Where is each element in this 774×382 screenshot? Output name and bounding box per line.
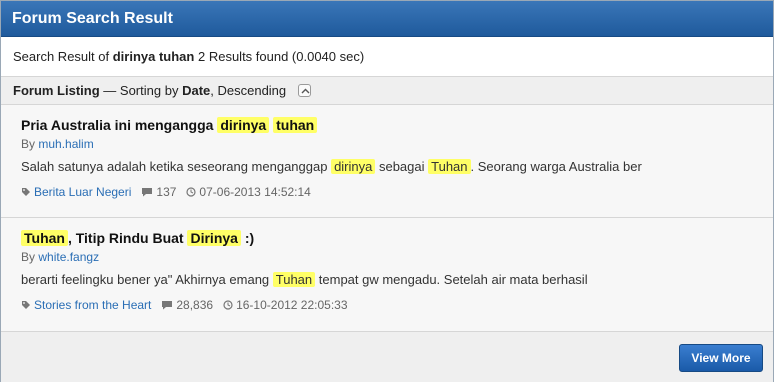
- view-more-button[interactable]: View More: [679, 344, 763, 372]
- snippet-highlight: Tuhan: [272, 272, 316, 287]
- category-link[interactable]: Berita Luar Negeri: [34, 184, 131, 200]
- sort-prefix: — Sorting by: [103, 83, 179, 98]
- date-meta: 16-10-2012 22:05:33: [223, 297, 348, 313]
- comment-icon: [142, 188, 153, 197]
- by-label: By: [21, 250, 36, 264]
- title-highlight: Dirinya: [187, 230, 241, 246]
- title-text: , Titip Rindu Buat: [67, 230, 188, 246]
- chevron-up-icon: [301, 88, 310, 94]
- title-highlight: tuhan: [273, 117, 318, 133]
- result-meta: Stories from the Heart 28,836 16-10-2012…: [21, 297, 753, 313]
- snippet-text: Salah satunya adalah ketika seseorang me…: [21, 159, 332, 174]
- sort-order[interactable]: , Descending: [210, 83, 286, 98]
- result-item: Pria Australia ini mengangga dirinya tuh…: [1, 105, 773, 218]
- sort-field[interactable]: Date: [182, 83, 210, 98]
- result-snippet: berarti feelingku bener ya" Akhirnya ema…: [21, 269, 753, 291]
- snippet-text: . Seorang warga Australia ber: [470, 159, 642, 174]
- result-meta: Berita Luar Negeri 137 07-06-2013 14:52:…: [21, 184, 753, 200]
- snippet-highlight: dirinya: [331, 159, 376, 174]
- forum-search-panel: Forum Search Result Search Result of dir…: [0, 0, 774, 382]
- summary-prefix: Search Result of: [13, 49, 110, 64]
- result-title[interactable]: Pria Australia ini mengangga dirinya tuh…: [21, 114, 753, 136]
- result-author-line: By muh.halim: [21, 136, 753, 152]
- tag-icon: [22, 188, 30, 196]
- tag-icon: [22, 301, 30, 309]
- by-label: By: [21, 137, 36, 151]
- author-link[interactable]: white.fangz: [38, 250, 99, 264]
- category-link[interactable]: Stories from the Heart: [34, 297, 151, 313]
- collapse-button[interactable]: [297, 84, 311, 98]
- forum-listing-header: Forum Listing — Sorting by Date, Descend…: [1, 77, 773, 105]
- category-meta: Berita Luar Negeri: [21, 184, 131, 200]
- replies-meta: 137: [141, 184, 176, 200]
- snippet-text: sebagai: [375, 159, 429, 174]
- results-count: 2 Results found (0.0040 sec): [197, 49, 365, 64]
- snippet-text: tempat gw mengadu. Setelah air mata berh…: [315, 272, 588, 287]
- snippet-highlight: Tuhan: [428, 159, 471, 174]
- title-highlight: dirinya: [217, 117, 270, 133]
- search-summary: Search Result of dirinya tuhan 2 Results…: [1, 37, 773, 77]
- date-meta: 07-06-2013 14:52:14: [186, 184, 311, 200]
- search-query: dirinya tuhan: [112, 49, 195, 64]
- title-text: :): [240, 230, 255, 246]
- replies-count: 137: [156, 185, 177, 199]
- post-date: 07-06-2013 14:52:14: [199, 185, 311, 199]
- panel-title: Forum Search Result: [1, 1, 773, 37]
- replies-count: 28,836: [176, 298, 214, 312]
- clock-icon: [223, 300, 233, 310]
- snippet-text: berarti feelingku bener ya" Akhirnya ema…: [21, 272, 273, 287]
- author-link[interactable]: muh.halim: [38, 137, 93, 151]
- title-text: Pria Australia ini mengangga: [21, 117, 218, 133]
- result-title[interactable]: Tuhan, Titip Rindu Buat Dirinya :): [21, 227, 753, 249]
- result-author-line: By white.fangz: [21, 249, 753, 265]
- category-meta: Stories from the Heart: [21, 297, 151, 313]
- post-date: 16-10-2012 22:05:33: [236, 298, 348, 312]
- result-snippet: Salah satunya adalah ketika seseorang me…: [21, 156, 753, 178]
- replies-meta: 28,836: [161, 297, 213, 313]
- clock-icon: [186, 187, 197, 197]
- comment-icon: [162, 301, 173, 310]
- listing-label: Forum Listing: [13, 83, 100, 98]
- title-highlight: Tuhan: [21, 230, 68, 246]
- result-item: Tuhan, Titip Rindu Buat Dirinya :) By wh…: [1, 218, 773, 332]
- panel-footer: View More: [1, 332, 773, 382]
